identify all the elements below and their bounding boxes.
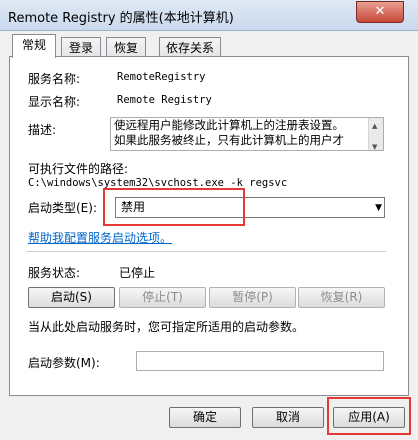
divider	[26, 251, 386, 252]
start-button[interactable]: 启动(S)	[28, 287, 115, 308]
ok-button[interactable]: 确定	[169, 407, 241, 428]
scroll-up-icon[interactable]: ▲	[372, 119, 377, 134]
description-box[interactable]: 使远程用户能修改此计算机上的注册表设置。 如果此服务被终止，只有此计算机上的用户…	[110, 117, 384, 151]
description-line: 如果此服务被终止，只有此计算机上的用户才	[114, 133, 344, 147]
resume-button-label: 恢复(R)	[320, 290, 363, 304]
highlight-apply	[327, 397, 411, 435]
scroll-down-icon[interactable]: ▼	[372, 140, 377, 150]
tab-label: 恢复	[113, 41, 138, 55]
stop-button[interactable]: 停止(T)	[119, 287, 206, 308]
tab-dependencies[interactable]: 依存关系	[159, 37, 221, 58]
service-name-value: RemoteRegistry	[117, 71, 206, 83]
service-name-label: 服务名称:	[28, 72, 81, 86]
window-title: Remote Registry 的属性(本地计算机)	[8, 11, 234, 26]
startup-type-label: 启动类型(E):	[28, 201, 97, 215]
tab-label: 依存关系	[165, 41, 214, 55]
chevron-down-icon: ▼	[375, 203, 382, 213]
title-bar: Remote Registry 的属性(本地计算机) ✕	[0, 0, 418, 31]
start-button-label: 启动(S)	[51, 290, 92, 304]
service-status-label: 服务状态:	[28, 266, 81, 280]
ok-button-label: 确定	[192, 410, 217, 424]
tab-label: 登录	[68, 41, 93, 55]
description-line: 使远程用户能修改此计算机上的注册表设置。	[114, 118, 344, 132]
service-status-value: 已停止	[119, 266, 156, 280]
description-label: 描述:	[28, 123, 57, 137]
start-params-note: 当从此处启动服务时，您可指定所适用的启动参数。	[28, 320, 305, 334]
help-configure-link[interactable]: 帮助我配置服务启动选项。	[28, 229, 172, 246]
start-params-input[interactable]	[136, 351, 384, 371]
display-name-label: 显示名称:	[28, 95, 81, 109]
start-params-label: 启动参数(M):	[28, 356, 100, 370]
pause-button-label: 暂停(P)	[232, 290, 273, 304]
pause-button[interactable]: 暂停(P)	[209, 287, 296, 308]
tab-recovery[interactable]: 恢复	[106, 37, 146, 58]
description-scrollbar[interactable]: ▲ ▼	[368, 118, 383, 150]
cancel-button-label: 取消	[275, 410, 300, 424]
resume-button[interactable]: 恢复(R)	[298, 287, 385, 308]
stop-button-label: 停止(T)	[142, 290, 183, 304]
highlight-startup-type	[103, 188, 245, 226]
tab-general[interactable]: 常规	[12, 34, 56, 58]
tab-label: 常规	[21, 38, 46, 52]
path-label: 可执行文件的路径:	[28, 162, 129, 176]
cancel-button[interactable]: 取消	[252, 407, 324, 428]
close-icon: ✕	[374, 4, 386, 19]
tab-logon[interactable]: 登录	[61, 37, 101, 58]
close-button[interactable]: ✕	[356, 1, 404, 23]
display-name-value: Remote Registry	[117, 94, 212, 106]
